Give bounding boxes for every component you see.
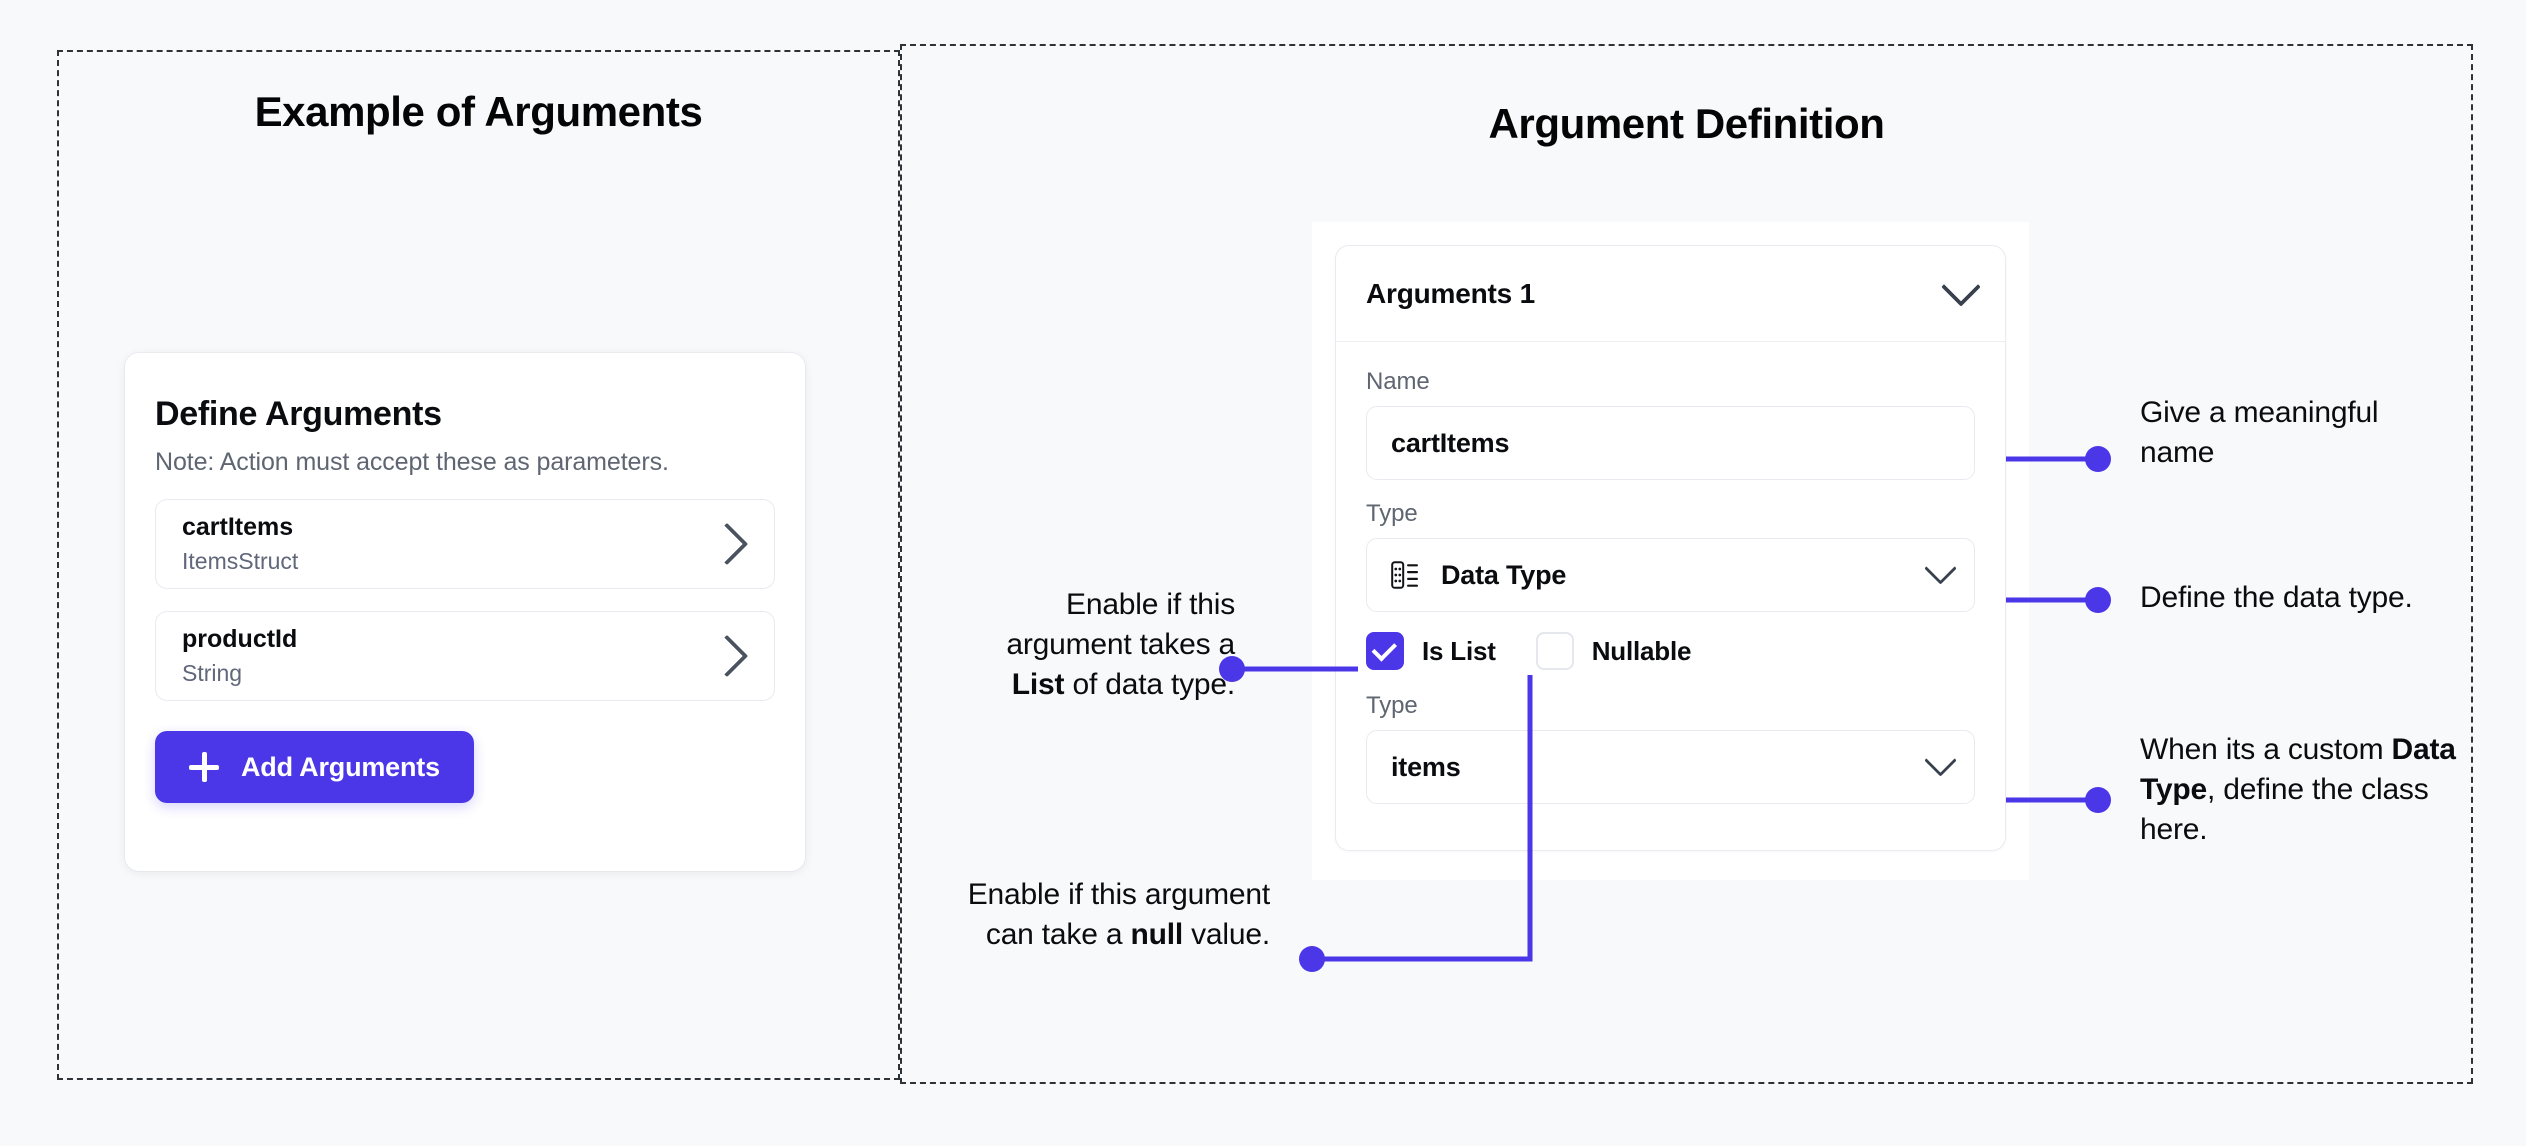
plus-icon [189,752,219,782]
add-arguments-label: Add Arguments [241,751,440,782]
argument-definition-card: Arguments 1 Name cartItems Type Data Typ… [1335,245,2006,851]
annotation-is-list-prefix: Enable if this argument takes a [1006,588,1235,661]
argument-type: String [182,660,243,686]
name-field-label: Name [1366,368,1430,395]
argument-list-item-productid[interactable]: productId String [155,611,775,701]
annotation-is-list: Enable if this argument takes a List of … [955,585,1235,705]
example-panel-title: Example of Arguments [254,88,703,135]
name-input[interactable]: cartItems [1366,406,1975,480]
annotation-is-list-suffix: of data type. [1064,667,1235,701]
annotation-name: Give a meaningful name [2140,396,2379,469]
annotation-custom-type: When its a custom Data Type, define the … [2140,730,2470,850]
subtype-field-label: Type [1366,692,1418,719]
name-input-value: cartItems [1391,427,1510,458]
annotation-is-list-bold: List [1011,667,1065,701]
name-field-block: Name cartItems [1366,368,1975,480]
is-list-checkbox[interactable] [1366,632,1404,670]
data-type-icon [1391,560,1419,590]
argument-name: productId [182,625,298,653]
flags-row: Is List Nullable [1366,632,1975,670]
define-arguments-heading: Define Arguments [155,395,442,433]
type-field-label: Type [1366,500,1418,527]
chevron-right-icon[interactable] [705,522,749,566]
type-select[interactable]: Data Type [1366,538,1975,612]
chevron-down-icon[interactable] [1924,743,1957,777]
subtype-field-block: Type items [1366,692,1975,804]
subtype-select-value: items [1391,751,1461,782]
chevron-down-icon[interactable] [1924,551,1957,585]
annotation-nullable-suffix: value. [1183,917,1270,951]
argument-list-item-cartitems[interactable]: cartItems ItemsStruct [155,499,775,589]
annotation-data-type: Define the data type. [2140,581,2413,614]
annotation-nullable-bold: null [1130,917,1183,951]
nullable-label: Nullable [1591,635,1692,666]
type-field-block: Type Data Type [1366,500,1975,612]
arguments-accordion-header[interactable]: Arguments 1 [1336,246,2005,342]
nullable-checkbox[interactable] [1535,632,1574,670]
check-icon [1371,636,1398,662]
chevron-right-icon[interactable] [705,634,749,678]
argument-type: ItemsStruct [182,548,299,574]
annotation-nullable: Enable if this argument can take a null … [940,875,1270,955]
subtype-select[interactable]: items [1366,730,1975,804]
arguments-accordion-label: Arguments 1 [1366,277,1535,309]
annotation-custom-type-prefix: When its a custom [2140,733,2392,766]
define-arguments-card: Define Arguments Note: Action must accep… [125,353,805,871]
is-list-label: Is List [1422,635,1496,666]
argument-name: cartItems [182,513,294,541]
add-arguments-button[interactable]: Add Arguments [155,731,474,803]
define-arguments-note: Note: Action must accept these as parame… [155,448,669,476]
chevron-down-icon[interactable] [1941,266,1981,307]
type-select-value: Data Type [1441,559,1567,590]
definition-panel-title: Argument Definition [1488,100,1885,147]
